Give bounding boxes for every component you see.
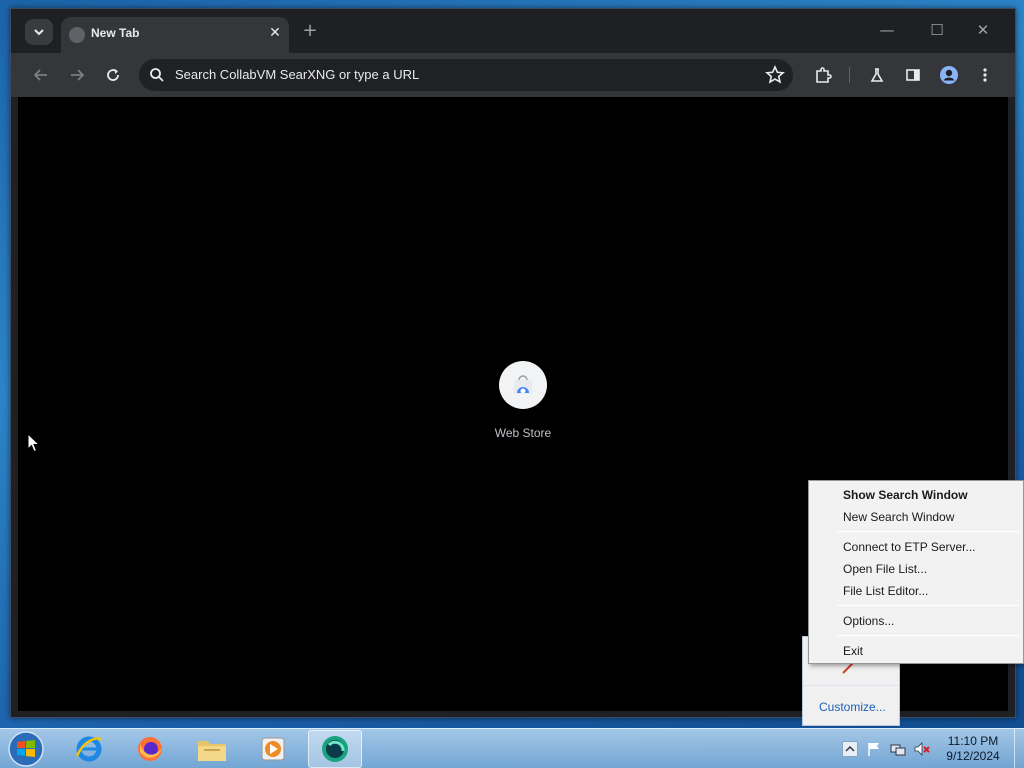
reload-icon (107, 69, 119, 81)
chevron-up-icon (842, 741, 858, 757)
menu-separator (837, 605, 1019, 606)
volume-muted-icon[interactable] (914, 741, 930, 757)
action-center-flag-icon[interactable] (866, 741, 882, 757)
popup-divider (803, 685, 899, 686)
reload-button[interactable] (101, 63, 125, 87)
web-store-icon (514, 375, 532, 394)
star-icon[interactable] (765, 65, 785, 85)
close-tab-icon[interactable]: ✕ (265, 23, 285, 43)
media-player-icon (261, 737, 285, 761)
toolbar-divider (849, 67, 850, 83)
firefox-icon (138, 737, 162, 761)
globe-icon (69, 27, 85, 43)
start-button[interactable] (6, 730, 46, 768)
more-vertical-icon (983, 68, 987, 82)
minimize-button[interactable]: — (873, 19, 901, 41)
chevron-down-icon (34, 29, 44, 36)
side-panel-button[interactable] (901, 63, 925, 87)
address-placeholder: Search CollabVM SearXNG or type a URL (175, 67, 420, 82)
flag-icon (868, 743, 879, 756)
system-clock[interactable]: 11:10 PM 9/12/2024 (940, 734, 1006, 764)
close-window-button[interactable]: ✕ (969, 19, 997, 41)
tab-title: New Tab (91, 26, 140, 40)
address-bar[interactable]: Search CollabVM SearXNG or type a URL (139, 59, 793, 91)
taskbar-internet-explorer[interactable] (62, 730, 116, 768)
browser-app-icon (322, 736, 348, 762)
taskbar: 11:10 PM 9/12/2024 (0, 728, 1024, 768)
search-icon (150, 68, 164, 82)
menu-item-options[interactable]: Options... (843, 612, 894, 630)
forward-button[interactable] (65, 63, 89, 87)
customize-link[interactable]: Customize... (819, 700, 886, 714)
shortcut-tile (499, 361, 547, 409)
shortcut-label: Web Store (494, 426, 552, 440)
show-hidden-icons-button[interactable] (842, 741, 858, 757)
taskbar-media-player[interactable] (246, 730, 300, 768)
menu-button[interactable] (973, 63, 997, 87)
tray-context-menu: Show Search Window New Search Window Con… (808, 480, 1024, 664)
side-panel-icon (906, 69, 920, 81)
folder-icon (198, 741, 226, 761)
extensions-button[interactable] (811, 63, 835, 87)
flask-icon (870, 68, 884, 82)
menu-item-connect-etp[interactable]: Connect to ETP Server... (843, 538, 976, 556)
show-desktop-button[interactable] (1014, 729, 1024, 768)
toolbar: Search CollabVM SearXNG or type a URL (11, 53, 1015, 97)
menu-item-file-list-editor[interactable]: File List Editor... (843, 582, 928, 600)
taskbar-firefox[interactable] (123, 730, 177, 768)
windows-logo-icon (8, 731, 44, 767)
profile-button[interactable] (937, 63, 961, 87)
menu-item-exit[interactable]: Exit (843, 642, 863, 660)
labs-button[interactable] (865, 63, 889, 87)
menu-separator (837, 635, 1019, 636)
tab-new-tab[interactable]: New Tab ✕ (61, 17, 289, 53)
tab-search-button[interactable] (25, 19, 53, 45)
taskbar-chrome-active[interactable] (308, 730, 362, 768)
taskbar-file-explorer[interactable] (185, 730, 239, 768)
back-button[interactable] (29, 63, 53, 87)
arrow-left-icon (33, 69, 47, 81)
menu-item-open-file-list[interactable]: Open File List... (843, 560, 927, 578)
shortcut-web-store[interactable]: Web Store (478, 361, 568, 440)
menu-separator (837, 531, 1019, 532)
clock-time: 11:10 PM (947, 734, 999, 748)
maximize-button[interactable]: ☐ (923, 19, 951, 41)
avatar-icon (940, 66, 958, 84)
network-icon-svg (890, 744, 906, 756)
menu-item-show-search-window[interactable]: Show Search Window (843, 486, 968, 504)
network-icon[interactable] (890, 741, 906, 757)
new-tab-button[interactable]: + (299, 21, 321, 43)
mouse-cursor-icon (27, 433, 41, 453)
arrow-right-icon (71, 69, 85, 81)
speaker-muted-icon (914, 742, 930, 756)
clock-date: 9/12/2024 (946, 749, 1000, 763)
internet-explorer-icon (75, 736, 102, 762)
title-bar: New Tab ✕ + — ☐ ✕ (11, 9, 1015, 53)
menu-item-new-search-window[interactable]: New Search Window (843, 508, 954, 526)
puzzle-icon (816, 67, 832, 83)
